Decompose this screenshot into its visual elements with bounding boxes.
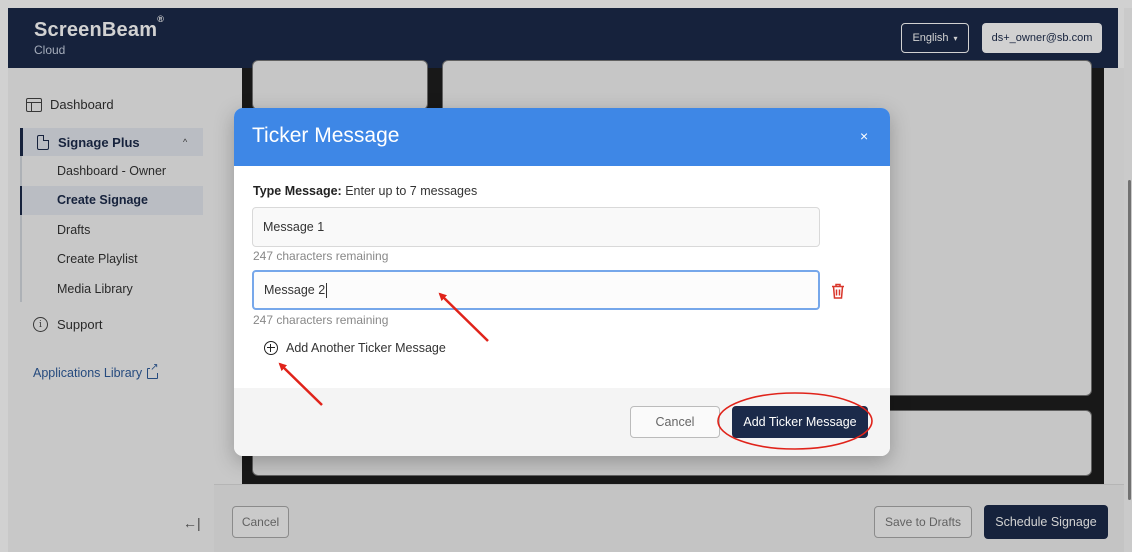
modal-title: Ticker Message	[252, 124, 400, 147]
modal-cancel-button[interactable]: Cancel	[630, 406, 720, 438]
type-message-hint: Enter up to 7 messages	[345, 184, 478, 198]
characters-remaining: 247 characters remaining	[253, 313, 389, 327]
ticker-message-modal: Ticker Message × Type Message: Enter up …	[234, 108, 890, 456]
trash-icon[interactable]	[831, 283, 845, 299]
add-another-ticker-button[interactable]: Add Another Ticker Message	[264, 341, 446, 355]
ticker-message-input-focused[interactable]: Message 2	[252, 270, 820, 310]
close-icon[interactable]: ×	[860, 128, 868, 144]
plus-circle-icon	[264, 341, 278, 355]
modal-header: Ticker Message ×	[234, 108, 890, 166]
text-cursor	[326, 282, 328, 298]
type-message-title: Type Message:	[253, 184, 342, 198]
ticker-message-input[interactable]: Message 1	[252, 207, 820, 247]
characters-remaining: 247 characters remaining	[253, 249, 389, 263]
add-ticker-message-button[interactable]: Add Ticker Message	[732, 406, 868, 438]
type-message-label: Type Message: Enter up to 7 messages	[253, 184, 477, 198]
ticker-message-value: Message 2	[264, 283, 326, 297]
ticker-message-value: Message 1	[263, 220, 325, 234]
add-another-label: Add Another Ticker Message	[286, 341, 446, 355]
